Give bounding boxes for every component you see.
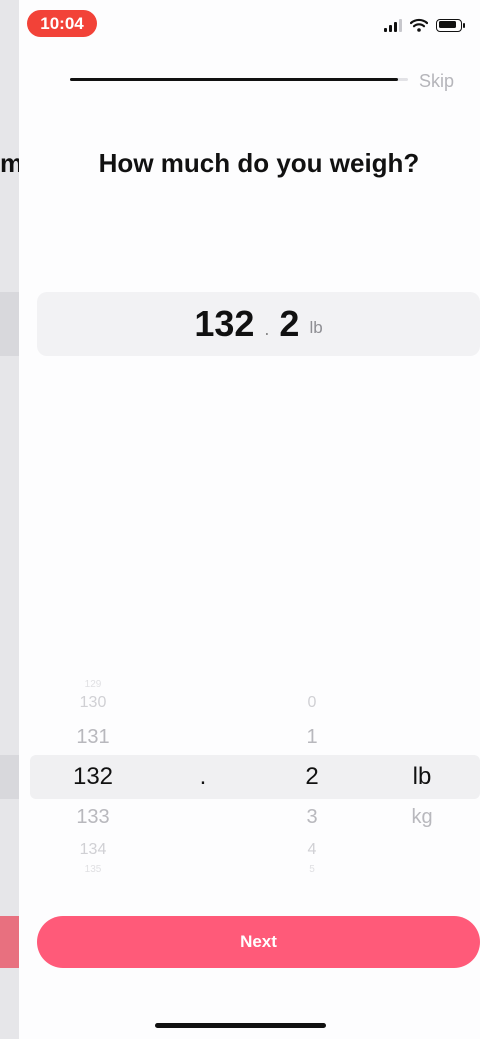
progress-fill: [70, 78, 398, 81]
background-picker-band: [0, 755, 19, 799]
picker-item[interactable]: 130: [43, 694, 143, 712]
next-button[interactable]: Next: [37, 916, 480, 968]
picker-item[interactable]: 135: [43, 864, 143, 875]
picker-item[interactable]: 129: [43, 679, 143, 690]
page-title: How much do you weigh?: [98, 148, 420, 178]
picker-item[interactable]: 5: [262, 864, 362, 875]
weight-whole-value: 132: [194, 303, 255, 344]
picker-item[interactable]: 1: [262, 726, 362, 749]
weight-unit: lb: [309, 318, 323, 337]
wifi-icon: [410, 18, 428, 32]
background-page: m: [0, 0, 23, 1039]
background-button: [0, 916, 19, 968]
background-card: [0, 292, 19, 356]
picker-item[interactable]: 0: [262, 694, 362, 712]
picker-item[interactable]: 131: [43, 726, 143, 749]
cellular-signal-icon: [384, 18, 402, 32]
picker-item[interactable]: 3: [262, 806, 362, 829]
picker-item[interactable]: 133: [43, 806, 143, 829]
picker-selected-unit[interactable]: lb: [372, 763, 472, 791]
weight-decimal-separator: .: [264, 318, 270, 339]
picker-separator: .: [199, 763, 207, 790]
skip-button[interactable]: Skip: [419, 71, 454, 92]
picker-item[interactable]: 134: [43, 841, 143, 859]
weight-display: 132 . 2 lb: [37, 292, 480, 356]
status-icons: [384, 18, 465, 32]
picker-selected-decimal[interactable]: 2: [262, 763, 362, 791]
battery-icon: [436, 18, 465, 32]
status-time: 10:04: [27, 10, 97, 37]
onboarding-progress-bar: [70, 78, 408, 81]
home-indicator: [155, 1023, 326, 1028]
picker-item[interactable]: kg: [372, 806, 472, 829]
picker-item[interactable]: 4: [262, 841, 362, 859]
weight-decimal-value: 2: [279, 303, 300, 344]
picker-selected-whole[interactable]: 132: [43, 763, 143, 791]
